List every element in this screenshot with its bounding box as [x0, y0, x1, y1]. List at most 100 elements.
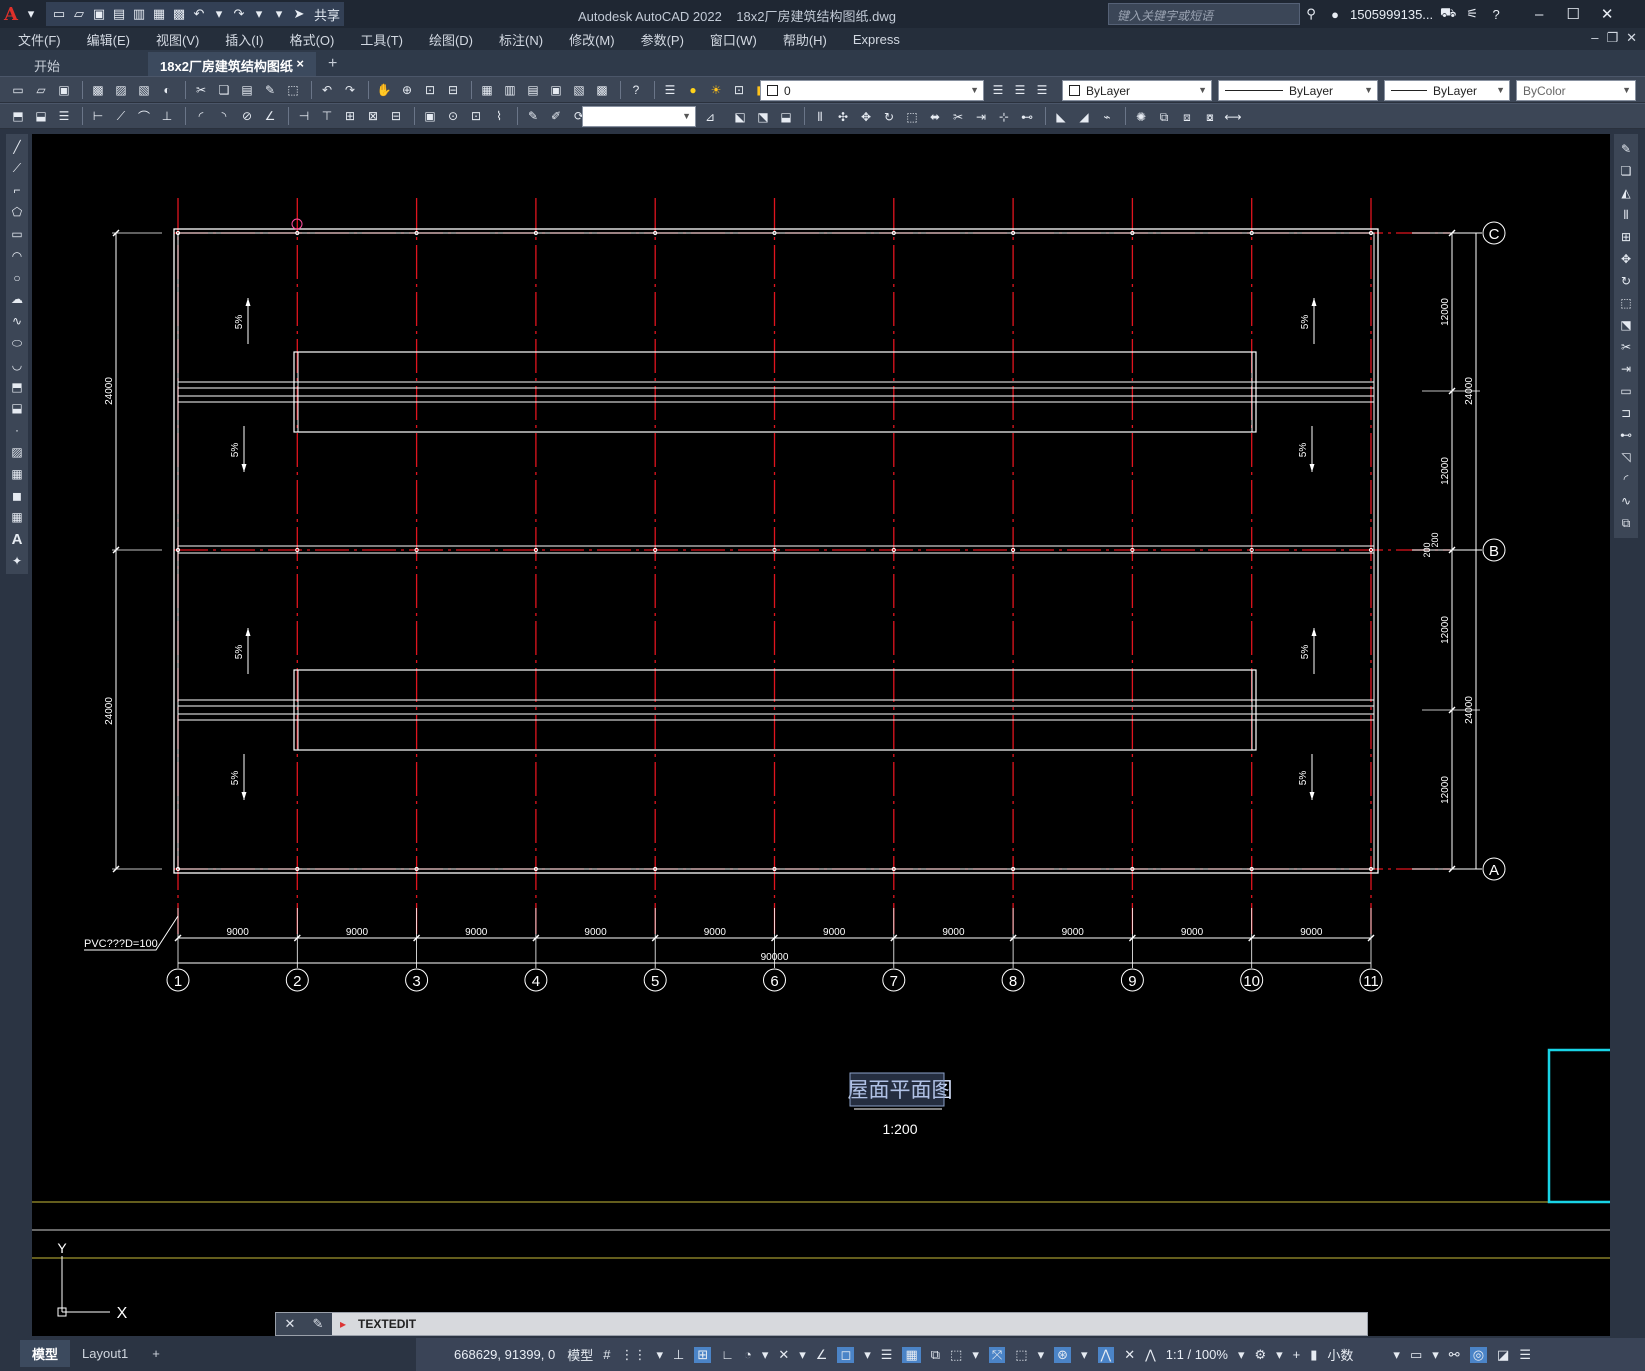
annotation-monitor-icon[interactable]: +: [1293, 1347, 1301, 1362]
close-icon[interactable]: ✕: [1593, 5, 1621, 23]
block-editor-icon[interactable]: ⬚: [283, 80, 303, 100]
fillet-icon[interactable]: ◜: [1617, 470, 1635, 488]
offset-icon[interactable]: ⫴: [1617, 206, 1635, 224]
jogged-linear-icon[interactable]: ⌇: [489, 106, 509, 126]
add-layout-button[interactable]: +: [140, 1342, 172, 1365]
autocad-logo-icon[interactable]: A: [0, 4, 22, 25]
lengthen-icon[interactable]: ⟷: [1223, 107, 1243, 127]
line-icon[interactable]: ╱: [8, 138, 26, 156]
isodraft-icon[interactable]: ✕: [778, 1347, 789, 1363]
doc-minimize-icon[interactable]: –: [1591, 30, 1598, 46]
trim-icon[interactable]: ✂: [948, 107, 968, 127]
zoom-window-icon[interactable]: ⊡: [420, 80, 440, 100]
snap-dropdown-icon[interactable]: ▾: [656, 1347, 663, 1363]
group-icon[interactable]: ⧈: [1177, 107, 1197, 127]
graphics-performance-icon[interactable]: ◎: [1469, 1346, 1488, 1363]
ordinate-icon[interactable]: ⊥: [157, 106, 177, 126]
zoom-realtime-icon[interactable]: ⊕: [397, 80, 417, 100]
menu-file[interactable]: 文件(F): [18, 30, 61, 49]
calculator-icon[interactable]: ▩: [592, 80, 612, 100]
dimension-style-icon[interactable]: ⊿: [700, 107, 720, 127]
region-icon[interactable]: ◼: [8, 487, 26, 505]
export-icon[interactable]: ▦: [150, 5, 168, 23]
publish-icon[interactable]: ▥: [130, 5, 148, 23]
trim-icon[interactable]: ✂: [1617, 338, 1635, 356]
auto-scale-icon[interactable]: ✕: [1124, 1347, 1135, 1363]
user-icon[interactable]: ●: [1326, 5, 1344, 23]
object-snap-tracking-icon[interactable]: ∠: [816, 1347, 828, 1363]
annotation-visibility-icon[interactable]: ⋀: [1097, 1346, 1115, 1363]
gizmo-icon[interactable]: ⊛: [1054, 1346, 1071, 1363]
menu-parametric[interactable]: 参数(P): [641, 30, 684, 49]
units-dropdown-icon[interactable]: ▾: [1393, 1347, 1400, 1363]
copy-object-icon[interactable]: ⬔: [753, 107, 773, 127]
zoom-previous-icon[interactable]: ⊟: [443, 80, 463, 100]
annotation-scale-icon[interactable]: ⋀: [1145, 1347, 1156, 1363]
hatch-icon[interactable]: ▨: [8, 443, 26, 461]
new-icon[interactable]: ▭: [8, 80, 28, 100]
insert-block-icon[interactable]: ⬒: [8, 378, 26, 396]
scale-icon[interactable]: ⬚: [902, 107, 922, 127]
pan-icon[interactable]: ✋: [374, 80, 394, 100]
share-icon[interactable]: ➤: [290, 5, 308, 23]
doc-close-icon[interactable]: ✕: [1626, 30, 1637, 46]
model-space-toggle[interactable]: 模型: [567, 1345, 593, 1364]
match-properties-icon[interactable]: ✎: [260, 80, 280, 100]
plot-preview-icon[interactable]: ▨: [111, 80, 131, 100]
layer-tool-icon[interactable]: ☰: [54, 106, 74, 126]
paste-icon[interactable]: ▤: [237, 80, 257, 100]
isolate-objects-icon[interactable]: ⚯: [1449, 1347, 1460, 1363]
workspace-gear-icon[interactable]: ⚙: [1254, 1347, 1266, 1363]
save-icon[interactable]: ▣: [90, 5, 108, 23]
rotate-icon[interactable]: ↻: [879, 107, 899, 127]
arc-icon[interactable]: ◠: [8, 247, 26, 265]
menu-insert[interactable]: 插入(I): [225, 30, 263, 49]
erase-icon[interactable]: ⬕: [730, 107, 750, 127]
radius-icon[interactable]: ◜: [191, 106, 211, 126]
menu-modify[interactable]: 修改(M): [569, 30, 615, 49]
3d-osnap-dropdown-icon[interactable]: ▾: [972, 1347, 979, 1363]
layer-previous-icon[interactable]: ☰: [1010, 80, 1030, 100]
aligned-dimension-icon[interactable]: ⟋: [111, 106, 131, 126]
drawing-canvas[interactable]: 9000 9000 9000 9000 9000 9000 9000 9000 9000 9000…: [32, 134, 1610, 1336]
make-current-icon[interactable]: ☰: [988, 80, 1008, 100]
grid-icon[interactable]: #: [603, 1347, 610, 1362]
diameter-icon[interactable]: ⊘: [237, 106, 257, 126]
search-icon[interactable]: ⚲: [1302, 5, 1320, 23]
revision-cloud-icon[interactable]: ☁: [8, 291, 26, 309]
inspection-icon[interactable]: ⊡: [466, 106, 486, 126]
transparency-icon[interactable]: ▦: [902, 1346, 921, 1363]
continue-icon[interactable]: ⊞: [340, 106, 360, 126]
chamfer-icon[interactable]: ◹: [1617, 448, 1635, 466]
undo-dropdown-icon[interactable]: ▾: [210, 5, 228, 23]
baseline-icon[interactable]: ⊤: [317, 106, 337, 126]
tab-model[interactable]: 模型: [20, 1339, 71, 1367]
gradient-icon[interactable]: ▦: [8, 465, 26, 483]
break-icon[interactable]: ⊐: [1617, 404, 1635, 422]
polar-dropdown-icon[interactable]: ▾: [762, 1347, 769, 1363]
menu-view[interactable]: 视图(V): [156, 30, 199, 49]
explode-icon[interactable]: ✺: [1131, 107, 1151, 127]
array-icon[interactable]: ✣: [833, 107, 853, 127]
command-prompt-icon[interactable]: ▸: [340, 1317, 346, 1331]
undo-icon[interactable]: ↶: [190, 5, 208, 23]
autodesk-app-icon[interactable]: ⚟: [1463, 5, 1481, 23]
array-icon[interactable]: ⊞: [1617, 228, 1635, 246]
dimension-edit-icon[interactable]: ✎: [523, 106, 543, 126]
redo-dropdown-icon[interactable]: ▾: [250, 5, 268, 23]
stretch-icon[interactable]: ⬔: [1617, 316, 1635, 334]
undo-icon[interactable]: ↶: [317, 80, 337, 100]
cyan-viewport-frame[interactable]: [1547, 1048, 1610, 1204]
tab-layout1[interactable]: Layout1: [70, 1342, 140, 1365]
layer-thaw-sun-icon[interactable]: ☀: [706, 80, 726, 100]
tab-document[interactable]: 18x2厂房建筑结构图纸* ×: [148, 52, 316, 90]
join-icon[interactable]: ⊷: [1017, 107, 1037, 127]
insert-block-icon[interactable]: ⬒: [8, 106, 28, 126]
properties-icon[interactable]: ▦: [477, 80, 497, 100]
building-outline[interactable]: [173, 218, 1379, 874]
sheet-set-icon[interactable]: ▣: [546, 80, 566, 100]
dynamic-ucs-icon[interactable]: ⤧: [988, 1346, 1006, 1363]
menu-express[interactable]: Express: [853, 32, 900, 47]
stretch-icon[interactable]: ⬌: [925, 107, 945, 127]
menu-draw[interactable]: 绘图(D): [429, 30, 473, 49]
